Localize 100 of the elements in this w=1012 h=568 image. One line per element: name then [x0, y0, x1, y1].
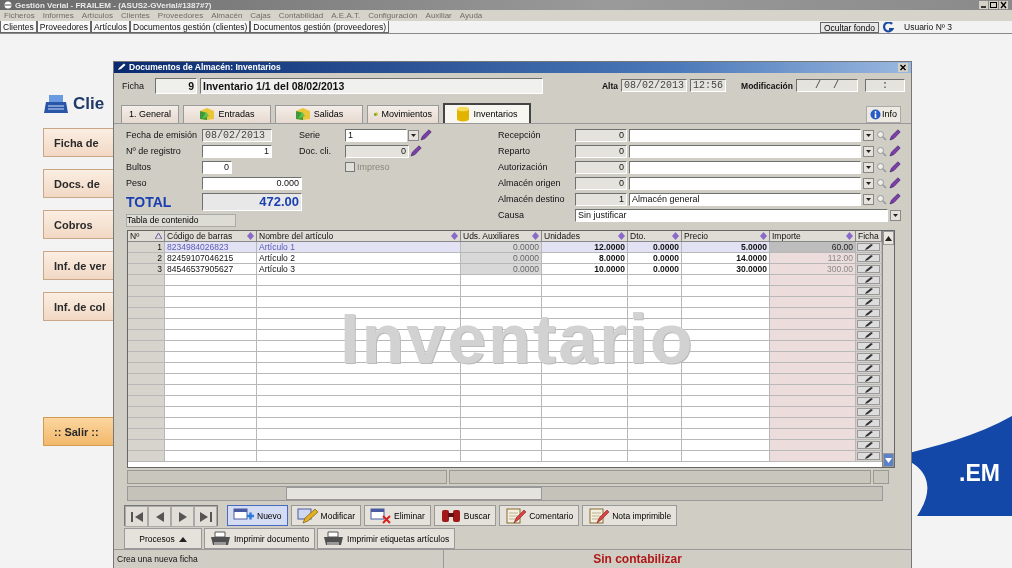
ficha-button[interactable] [857, 254, 880, 263]
toolbar-button[interactable]: Modificar [290, 505, 362, 527]
horizontal-scrollbar[interactable] [127, 486, 883, 502]
name-field[interactable] [629, 128, 861, 142]
ficha-button[interactable] [857, 342, 880, 351]
tab[interactable]: Movimientos [367, 104, 439, 123]
ficha-button[interactable] [857, 386, 880, 395]
toolbar-button[interactable]: Comentario [499, 505, 580, 527]
close-icon[interactable] [999, 1, 1008, 9]
column-header[interactable]: Precio [682, 231, 770, 243]
name-field[interactable]: Almacén general [629, 192, 861, 206]
toolbar-button[interactable]: Nota imprimible [582, 505, 678, 527]
time-field[interactable]: 12:56 [690, 79, 727, 93]
sort-icon[interactable] [451, 232, 458, 241]
column-header[interactable]: Nombre del artículo [257, 231, 461, 243]
name-field[interactable] [629, 144, 861, 158]
contents-button[interactable]: Tabla de contenido [126, 213, 236, 227]
ficha-button[interactable] [857, 309, 880, 318]
ficha-button[interactable] [857, 419, 880, 428]
ficha-button[interactable] [857, 243, 880, 252]
ficha-button[interactable] [857, 320, 880, 329]
caret-up-icon [178, 535, 187, 542]
ficha-button[interactable] [857, 276, 880, 285]
number-field[interactable]: 0 [345, 144, 409, 158]
hide-background-button[interactable]: Ocultar fondo [820, 21, 879, 33]
ficha-button[interactable] [857, 441, 880, 450]
ficha-button[interactable] [857, 408, 880, 417]
code-field[interactable]: 1 [575, 192, 627, 206]
info-button[interactable]: Info [866, 105, 901, 123]
next-record-button[interactable] [171, 506, 194, 528]
code-field[interactable]: 0 [575, 176, 627, 190]
sort-icon[interactable] [672, 232, 679, 241]
time-field[interactable]: : [865, 79, 905, 93]
ficha-button[interactable] [857, 430, 880, 439]
ficha-number-field[interactable]: 9 [155, 77, 197, 94]
series-field[interactable]: 1 [345, 128, 407, 142]
pencil-icon[interactable] [889, 193, 901, 206]
ficha-button[interactable] [857, 331, 880, 340]
code-field[interactable]: 0 [575, 128, 627, 142]
date-field[interactable]: 08/02/2013 [621, 79, 688, 93]
code-field[interactable]: 0 [575, 160, 627, 174]
sort-ascending-icon[interactable] [155, 233, 162, 240]
ficha-button[interactable] [857, 375, 880, 384]
print-button[interactable]: Imprimir etiquetas artículos [317, 528, 456, 550]
table-row[interactable]: 1 8234984026823 Artículo 1 0.0000 12.0000 0.0000 5.0000 60.00 [128, 242, 882, 254]
first-record-button[interactable] [125, 506, 148, 528]
close-icon[interactable] [898, 62, 908, 72]
date-field[interactable]: / / [796, 79, 858, 93]
ficha-button[interactable] [857, 287, 880, 296]
name-field[interactable] [629, 160, 861, 174]
pencil-icon[interactable] [889, 177, 901, 190]
module-tab[interactable]: Proveedores [36, 21, 91, 33]
scroll-down-button[interactable] [883, 453, 894, 468]
number-field[interactable]: 0 [202, 160, 232, 174]
sort-icon[interactable] [532, 232, 539, 241]
scroll-up-button[interactable] [883, 231, 894, 246]
maximize-icon[interactable] [989, 1, 998, 9]
module-tab[interactable]: Documentos gestión (proveedores) [250, 21, 390, 33]
tab[interactable]: Salidas [275, 104, 363, 123]
number-field[interactable]: 0.000 [202, 176, 302, 190]
ficha-button[interactable] [857, 397, 880, 406]
ficha-button[interactable] [857, 265, 880, 274]
toolbar-button[interactable]: Nuevo [227, 505, 288, 527]
cause-field[interactable]: Sin justificar [575, 208, 888, 222]
ficha-button[interactable] [857, 353, 880, 362]
module-tab[interactable]: Documentos gestión (clientes) [130, 21, 251, 33]
name-field[interactable] [629, 176, 861, 190]
pencil-icon[interactable] [889, 145, 901, 158]
ficha-button[interactable] [857, 452, 880, 461]
sort-icon[interactable] [618, 232, 625, 241]
previous-record-button[interactable] [148, 506, 171, 528]
sort-icon[interactable] [846, 232, 853, 241]
number-field[interactable]: 1 [202, 144, 272, 158]
table-row[interactable]: 2 82459107046215 Artículo 2 0.0000 8.0000 0.0000 14.0000 112.00 [128, 253, 882, 265]
module-tab[interactable]: Clientes [0, 21, 37, 33]
pencil-icon[interactable] [420, 129, 432, 142]
table-cell: 112.00 [770, 253, 856, 265]
table-row[interactable]: 3 84546537905627 Artículo 3 0.0000 10.0000 0.0000 30.0000 300.00 [128, 264, 882, 276]
tab[interactable]: Inventarios [443, 102, 531, 123]
last-record-button[interactable] [194, 506, 217, 528]
minimize-icon[interactable] [979, 1, 988, 9]
date-field[interactable]: 08/02/2013 [202, 128, 272, 142]
code-field[interactable]: 0 [575, 144, 627, 158]
tab[interactable]: Entradas [183, 104, 271, 123]
toolbar-button[interactable]: Buscar [433, 505, 497, 527]
table-cell: 0.0000 [628, 264, 682, 276]
scrollbar-thumb[interactable] [286, 487, 542, 501]
ficha-name-field[interactable]: Inventario 1/1 del 08/02/2013 [200, 77, 543, 94]
toolbar-button[interactable]: Eliminar [364, 505, 431, 527]
tab[interactable]: 1. General [121, 104, 179, 123]
pencil-icon[interactable] [889, 129, 901, 142]
print-button[interactable]: Imprimir documento [204, 528, 316, 550]
ficha-button[interactable] [857, 364, 880, 373]
vertical-scrollbar[interactable] [882, 231, 894, 468]
processes-menu-button[interactable]: Procesos [124, 528, 202, 550]
ficha-button[interactable] [857, 298, 880, 307]
module-tab[interactable]: Artículos [90, 21, 130, 33]
pencil-icon[interactable] [889, 161, 901, 174]
sort-icon[interactable] [760, 232, 767, 241]
sort-icon[interactable] [247, 232, 254, 241]
